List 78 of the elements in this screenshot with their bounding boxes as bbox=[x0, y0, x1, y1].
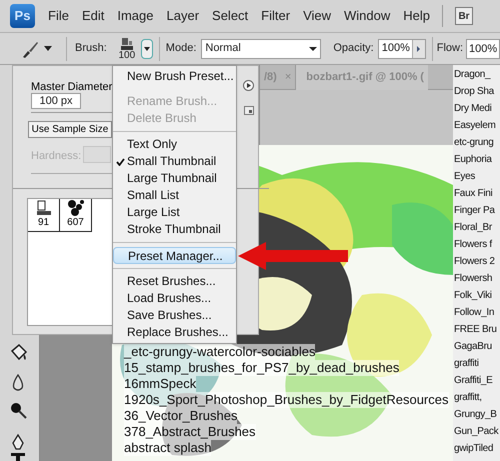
smudge-icon[interactable] bbox=[8, 401, 28, 420]
menu-item[interactable]: Image bbox=[117, 6, 154, 26]
mode-label: Mode: bbox=[166, 41, 196, 56]
brush-set-item[interactable]: 36_Vector_Brushes bbox=[124, 408, 238, 424]
use-sample-size-button[interactable]: Use Sample Size bbox=[28, 121, 112, 138]
brush-set-item[interactable]: graffitt, bbox=[454, 389, 482, 406]
brush-set-item[interactable]: Grungy_B bbox=[454, 406, 497, 423]
brush-set-item[interactable]: etc-grung bbox=[454, 134, 494, 151]
app-logo: Ps bbox=[10, 4, 35, 28]
menu-item[interactable]: Layer bbox=[166, 6, 200, 26]
brush-tip-icon bbox=[120, 36, 134, 50]
menu-item[interactable]: Reset Brushes... bbox=[113, 273, 236, 290]
splatter-icon bbox=[66, 199, 86, 217]
brush-set-item[interactable]: Finger Pa bbox=[454, 202, 495, 219]
brush-set-item[interactable]: Graffiti_E bbox=[454, 372, 492, 389]
caret-icon bbox=[144, 46, 150, 50]
menu-item[interactable]: Help bbox=[403, 6, 430, 26]
flow-label: Flow: bbox=[436, 41, 464, 56]
brush-preset[interactable]: 91 bbox=[28, 199, 60, 232]
menu-item[interactable]: Window bbox=[344, 6, 390, 26]
menu-item[interactable]: New Brush Preset... bbox=[113, 68, 236, 85]
brush-set-item[interactable]: _etc-grungy-watercolor-sociables bbox=[124, 344, 316, 360]
brush-set-item[interactable]: Floral_Br bbox=[454, 219, 492, 236]
menu-item[interactable]: Filter bbox=[261, 6, 290, 26]
flow-field[interactable]: 100% bbox=[466, 38, 500, 58]
menu-item[interactable]: Stroke Thumbnail bbox=[113, 221, 236, 238]
brush-set-item[interactable]: gwipTiled bbox=[454, 440, 494, 457]
menu-item[interactable]: Load Brushes... bbox=[113, 290, 236, 307]
menu-item[interactable]: Large Thumbnail bbox=[113, 170, 236, 187]
brush-set-item[interactable]: Eyes bbox=[454, 168, 476, 185]
flyout-menu-button[interactable] bbox=[243, 80, 254, 91]
brush-set-item[interactable]: Faux Fini bbox=[454, 185, 492, 202]
menu-item[interactable]: View bbox=[303, 6, 332, 26]
menu-item[interactable]: Save Brushes... bbox=[113, 307, 236, 324]
brush-set-item[interactable]: GagaBru bbox=[454, 338, 492, 355]
mode-select[interactable]: Normal bbox=[201, 38, 322, 58]
diameter-field[interactable]: 100 px bbox=[31, 93, 81, 109]
brush-set-item[interactable]: Easyelem bbox=[454, 117, 496, 134]
menu-item[interactable]: Small List bbox=[113, 187, 236, 204]
hardness-label: Hardness: bbox=[31, 149, 82, 164]
brush-set-item[interactable]: Flowers 2 bbox=[454, 253, 495, 270]
caret-icon bbox=[309, 46, 318, 50]
brush-set-item[interactable]: Flowers f bbox=[454, 236, 492, 253]
brush-set-item[interactable]: Gun_Pack bbox=[454, 423, 498, 440]
menu-item[interactable]: Large List bbox=[113, 204, 236, 221]
brush-set-item[interactable]: Flowersh bbox=[454, 270, 492, 287]
opacity-label: Opacity: bbox=[333, 41, 374, 56]
paint-bucket-icon[interactable] bbox=[8, 343, 28, 362]
brush-picker-button[interactable] bbox=[140, 38, 153, 58]
master-diameter-label: Master Diameter bbox=[31, 80, 112, 95]
menu-item[interactable]: Text Only bbox=[113, 136, 236, 153]
brush-preset[interactable]: 607 bbox=[60, 199, 92, 232]
type-tool-icon[interactable] bbox=[10, 453, 26, 461]
menu-item[interactable]: Select bbox=[212, 6, 248, 26]
menu-item[interactable]: Edit bbox=[82, 6, 104, 26]
arrow-icon bbox=[238, 242, 348, 270]
brush-set-item[interactable]: Follow_In bbox=[454, 304, 494, 321]
brush-set-item[interactable]: 378_Abstract_Brushes bbox=[124, 424, 256, 440]
caret-icon[interactable] bbox=[44, 46, 52, 51]
new-preset-icon[interactable] bbox=[244, 106, 254, 115]
brush-set-item[interactable]: abstract splash bbox=[124, 440, 212, 456]
bridge-button[interactable]: Br bbox=[455, 7, 474, 25]
menu-item[interactable]: Small Thumbnail bbox=[113, 153, 236, 170]
brush-set-item[interactable]: Folk_Viki bbox=[454, 287, 492, 304]
brush-set-item[interactable]: graffiti bbox=[454, 355, 479, 372]
brush-set-item[interactable]: Dry Medi bbox=[454, 100, 492, 117]
brush-set-item[interactable]: 16mmSpeck bbox=[124, 376, 196, 392]
brush-set-item[interactable]: FREE Bru bbox=[454, 321, 497, 338]
brush-set-item[interactable]: 15_stamp_brushes_for_PS7_by_dead_brushes bbox=[124, 360, 400, 376]
brush-size: 100 bbox=[118, 50, 136, 60]
menu-item[interactable]: Replace Brushes... bbox=[113, 324, 236, 341]
menu-item[interactable]: File bbox=[48, 6, 69, 26]
brush-set-item[interactable]: Drop Sha bbox=[454, 83, 494, 100]
brush-label: Brush: bbox=[75, 41, 107, 56]
menu-item[interactable]: Preset Manager... bbox=[113, 247, 236, 264]
brush-set-item[interactable]: Euphoria bbox=[454, 151, 492, 168]
brush-set-item[interactable]: Dragon_ bbox=[454, 66, 490, 83]
brush-set-item[interactable]: 1920s_Sport_Photoshop_Brushes_by_FidgetResources bbox=[124, 392, 448, 408]
